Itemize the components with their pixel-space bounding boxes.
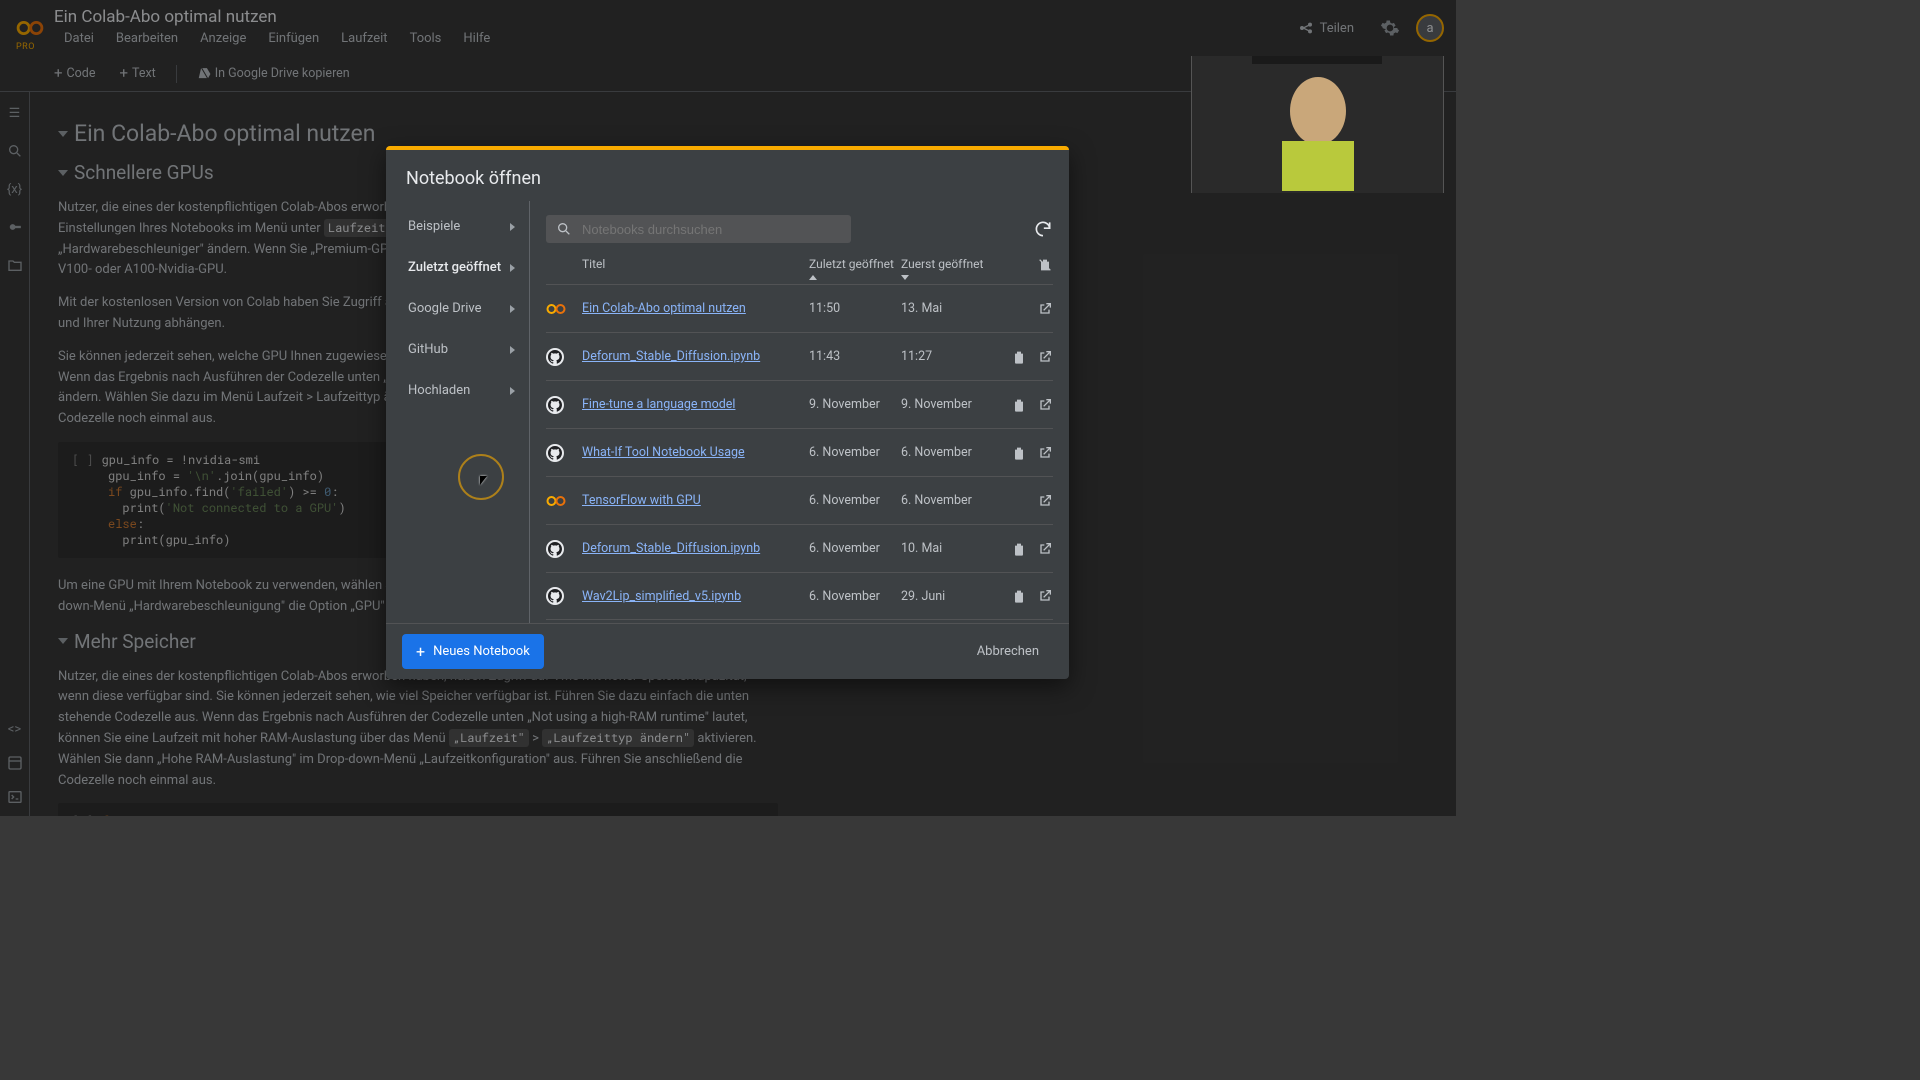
search-icon (556, 221, 572, 237)
col-title[interactable]: Titel (582, 257, 809, 271)
last-opened: 11:50 (809, 301, 901, 316)
col-first-opened[interactable]: Zuerst geöffnet (901, 257, 993, 280)
open-notebook-dialog: Notebook öffnen Beispiele Zuletzt geöffn… (386, 146, 1069, 679)
notebook-title-link[interactable]: Deforum_Stable_Diffusion.ipynb (582, 541, 809, 556)
remove-column-icon[interactable] (1037, 257, 1053, 273)
table-header: Titel Zuletzt geöffnet Zuerst geöffnet (546, 251, 1053, 284)
refresh-icon[interactable] (1033, 219, 1053, 239)
last-opened: 6. November (809, 589, 901, 604)
notebook-row[interactable]: Ein Colab-Abo optimal nutzen11:5013. Mai (546, 284, 1053, 332)
notebook-row[interactable]: Wav2Lip_simplified_v5.ipynb6. November29… (546, 572, 1053, 620)
colab-icon (546, 303, 582, 315)
dialog-title: Notebook öffnen (386, 146, 1069, 201)
last-opened: 6. November (809, 445, 901, 460)
colab-icon (546, 495, 582, 507)
github-icon (546, 348, 582, 366)
open-new-tab-icon[interactable] (1037, 493, 1053, 509)
notebook-title-link[interactable]: Wav2Lip_simplified_v5.ipynb (582, 589, 809, 604)
notebook-row[interactable]: Deforum_Stable_Diffusion.ipynb11:4311:27 (546, 332, 1053, 380)
last-opened: 6. November (809, 541, 901, 556)
notebook-title-link[interactable]: What-If Tool Notebook Usage (582, 445, 809, 460)
delete-icon[interactable] (1011, 588, 1027, 604)
cancel-button[interactable]: Abbrechen (963, 636, 1053, 667)
source-drive[interactable]: Google Drive (386, 289, 529, 330)
delete-icon[interactable] (1011, 541, 1027, 557)
last-opened: 6. November (809, 493, 901, 508)
notebook-title-link[interactable]: Fine-tune a language model (582, 397, 809, 412)
source-upload[interactable]: Hochladen (386, 371, 529, 412)
notebook-title-link[interactable]: Ein Colab-Abo optimal nutzen (582, 301, 809, 316)
github-icon (546, 587, 582, 605)
notebook-search-input[interactable] (546, 215, 851, 243)
webcam-overlay (1191, 56, 1444, 193)
notebook-row[interactable]: Fine-tune a language model9. November9. … (546, 380, 1053, 428)
first-opened: 13. Mai (901, 301, 993, 316)
source-github[interactable]: GitHub (386, 330, 529, 371)
notebook-title-link[interactable]: Deforum_Stable_Diffusion.ipynb (582, 349, 809, 364)
first-opened: 6. November (901, 493, 993, 508)
delete-icon[interactable] (1011, 445, 1027, 461)
new-notebook-button[interactable]: +Neues Notebook (402, 634, 544, 669)
source-recent[interactable]: Zuletzt geöffnet (386, 248, 529, 289)
last-opened: 11:43 (809, 349, 901, 364)
open-new-tab-icon[interactable] (1037, 349, 1053, 365)
first-opened: 9. November (901, 397, 993, 412)
dialog-source-list: Beispiele Zuletzt geöffnet Google Drive … (386, 201, 530, 623)
source-examples[interactable]: Beispiele (386, 207, 529, 248)
open-new-tab-icon[interactable] (1037, 541, 1053, 557)
notebook-row[interactable]: Deforum_Stable_Diffusion.ipynb6. Novembe… (546, 524, 1053, 572)
open-new-tab-icon[interactable] (1037, 588, 1053, 604)
github-icon (546, 396, 582, 414)
notebook-row[interactable]: TensorFlow with GPU6. November6. Novembe… (546, 476, 1053, 524)
delete-icon[interactable] (1011, 349, 1027, 365)
last-opened: 9. November (809, 397, 901, 412)
open-new-tab-icon[interactable] (1037, 445, 1053, 461)
notebook-list: Ein Colab-Abo optimal nutzen11:5013. Mai… (546, 284, 1053, 623)
col-last-opened[interactable]: Zuletzt geöffnet (809, 257, 901, 280)
open-new-tab-icon[interactable] (1037, 301, 1053, 317)
first-opened: 6. November (901, 445, 993, 460)
notebook-row[interactable]: What-If Tool Notebook Usage6. November6.… (546, 428, 1053, 476)
delete-icon[interactable] (1011, 397, 1027, 413)
first-opened: 29. Juni (901, 589, 993, 604)
first-opened: 11:27 (901, 349, 993, 364)
first-opened: 10. Mai (901, 541, 993, 556)
notebook-title-link[interactable]: TensorFlow with GPU (582, 493, 809, 508)
github-icon (546, 444, 582, 462)
open-new-tab-icon[interactable] (1037, 397, 1053, 413)
github-icon (546, 540, 582, 558)
